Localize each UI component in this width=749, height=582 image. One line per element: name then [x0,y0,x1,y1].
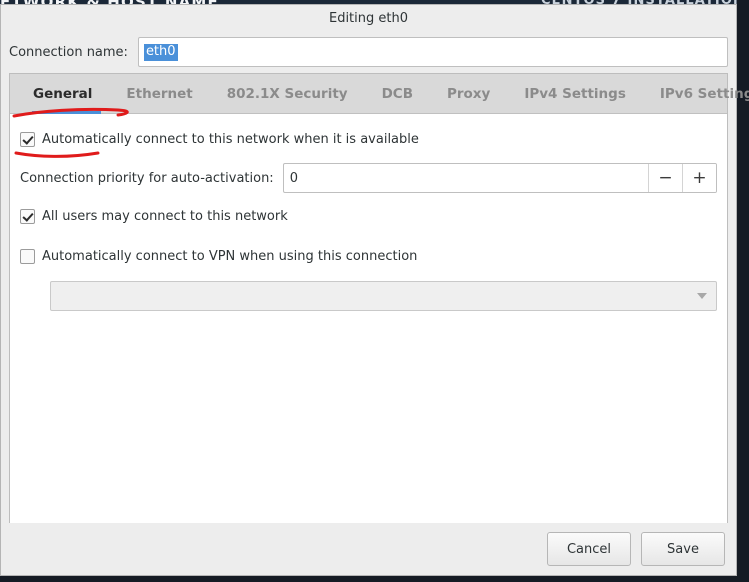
auto-connect-row[interactable]: Automatically connect to this network wh… [20,128,717,150]
tab-general-label: General [33,85,93,102]
editing-connection-dialog: Editing eth0 Connection name: eth0 Gener… [0,4,749,576]
auto-vpn-row[interactable]: Automatically connect to VPN when using … [20,245,717,267]
settings-notebook: General Ethernet 802.1X Security DCB Pro… [9,73,749,523]
vpn-connection-combo[interactable] [50,281,717,311]
tab-ipv6-settings-label: IPv6 Settings [659,85,749,102]
save-button[interactable]: Save [641,532,725,566]
all-users-checkbox[interactable] [20,208,35,224]
cancel-button[interactable]: Cancel [547,532,631,566]
dialog-footer: Cancel Save [1,523,736,575]
tab-8021x-security[interactable]: 802.1X Security [210,74,365,113]
all-users-row[interactable]: All users may connect to this network [20,205,717,227]
connection-priority-value[interactable]: 0 [284,164,648,192]
tab-ipv4-settings[interactable]: IPv4 Settings [507,74,643,113]
screen: ETWORK & HOST NAME CENTOS 7 INSTALLATION… [0,0,749,582]
priority-decrement-button[interactable]: − [648,164,682,192]
tab-bar: General Ethernet 802.1X Security DCB Pro… [10,74,749,114]
dialog-titlebar: Editing eth0 [1,5,736,31]
connection-name-input[interactable]: eth0 [137,37,728,67]
connection-name-label: Connection name: [9,44,128,60]
tab-proxy[interactable]: Proxy [430,74,507,113]
all-users-label: All users may connect to this network [42,208,288,224]
tab-ipv6-settings[interactable]: IPv6 Settings [643,74,749,113]
auto-connect-checkbox[interactable] [20,131,35,147]
connection-name-value: eth0 [143,43,178,61]
connection-priority-row: Connection priority for auto-activation:… [20,162,717,194]
priority-increment-button[interactable]: + [682,164,716,192]
auto-connect-label: Automatically connect to this network wh… [42,131,419,147]
connection-name-row: Connection name: eth0 [1,31,736,73]
auto-vpn-checkbox[interactable] [20,248,35,264]
vpn-combo-wrap [20,281,717,311]
tab-ethernet-label: Ethernet [126,85,193,102]
connection-priority-label: Connection priority for auto-activation: [20,170,274,186]
tab-ethernet[interactable]: Ethernet [109,74,209,113]
chevron-down-icon [697,293,707,299]
tab-proxy-label: Proxy [446,85,491,102]
tab-8021x-security-label: 802.1X Security [226,85,348,102]
tab-general[interactable]: General [24,74,109,114]
tab-ipv4-settings-label: IPv4 Settings [524,85,626,102]
connection-priority-stepper[interactable]: 0 − + [282,163,717,193]
tab-dcb-label: DCB [381,85,413,102]
general-tab-page: Automatically connect to this network wh… [10,114,727,523]
background-bottom-edge [0,576,749,582]
dialog-title: Editing eth0 [328,10,408,26]
tab-dcb[interactable]: DCB [365,74,430,113]
auto-vpn-label: Automatically connect to VPN when using … [42,248,418,264]
